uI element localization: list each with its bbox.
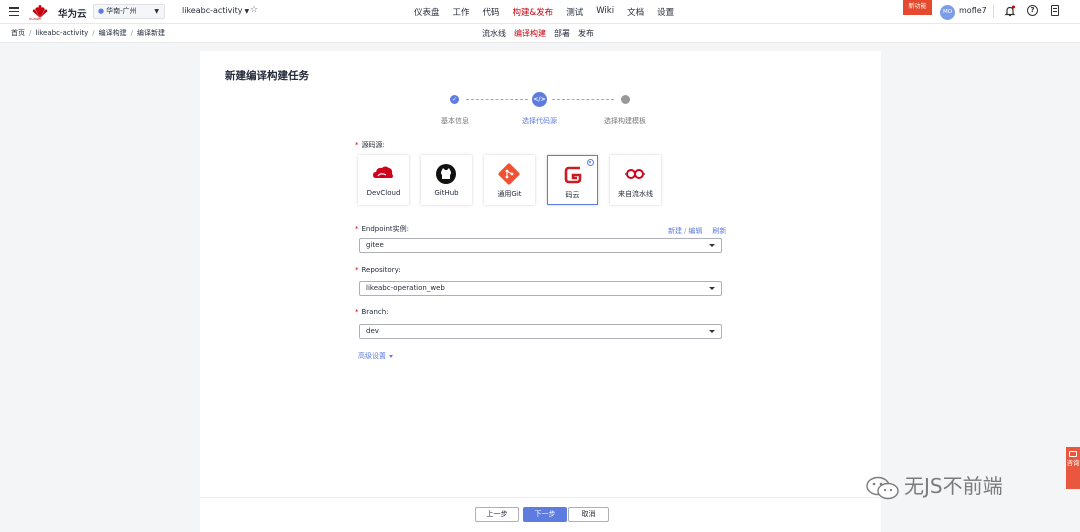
source-option-github[interactable]: GitHub <box>421 155 472 205</box>
nav-settings[interactable]: 设置 <box>657 6 674 18</box>
breadcrumb-project[interactable]: likeabc-activity <box>35 29 88 37</box>
step-connector <box>466 99 528 100</box>
breadcrumb-build[interactable]: 编译构建 <box>99 29 127 37</box>
branch-select[interactable]: dev <box>359 324 722 339</box>
pipeline-icon <box>625 169 645 179</box>
endpoint-value: gitee <box>366 241 384 249</box>
source-label-git: 通用Git <box>497 190 522 198</box>
step-1-done-icon: ✓ <box>450 95 459 104</box>
page-title: 新建编译构建任务 <box>225 70 309 82</box>
refresh-link[interactable]: 刷新 <box>712 227 726 235</box>
source-label-github: GitHub <box>434 189 459 197</box>
repository-select[interactable]: likeabc-operation_web <box>359 281 722 296</box>
nav-dashboard[interactable]: 仪表盘 <box>414 6 440 18</box>
step-connector <box>552 99 614 100</box>
branch-label: * Branch: <box>355 308 389 316</box>
tab-pipeline[interactable]: 流水线 <box>482 28 506 39</box>
git-icon <box>498 163 520 185</box>
breadcrumb-home[interactable]: 首页 <box>11 29 25 37</box>
chevron-down-icon: ▼ <box>244 8 250 15</box>
footer-bar: 上一步 下一步 取消 <box>200 497 881 532</box>
breadcrumb: 首页 / likeabc-activity / 编译构建 / 编译新建 <box>11 29 165 37</box>
divider <box>993 5 994 18</box>
project-selector[interactable]: likeabc-activity ▼ <box>182 6 249 15</box>
chevron-down-icon: ▼ <box>154 8 159 15</box>
new-feature-badge[interactable]: 新功能 <box>903 0 932 15</box>
chevron-down-icon <box>709 244 715 247</box>
help-icon[interactable]: ? <box>1027 5 1038 16</box>
star-icon[interactable]: ☆ <box>250 5 258 15</box>
endpoint-links: 新建 / 编辑 刷新 <box>668 227 727 235</box>
logo-text: HUAWEI <box>29 17 42 21</box>
source-option-gitee[interactable]: 码云 <box>547 155 598 205</box>
nav-wiki[interactable]: Wiki <box>596 6 614 18</box>
brand-name: 华为云 <box>58 9 87 20</box>
source-option-devcloud[interactable]: DevCloud <box>358 155 409 205</box>
source-label-devcloud: DevCloud <box>366 189 401 197</box>
chevron-down-icon <box>709 287 715 290</box>
prev-button[interactable]: 上一步 <box>475 507 519 522</box>
step-label-select-source: 选择代码源 <box>522 117 557 125</box>
nav-build-release[interactable]: 构建&发布 <box>513 6 554 18</box>
main-card: 新建编译构建任务 ✓ </> 基本信息 选择代码源 选择构建模板 * 源码源: D… <box>200 51 881 532</box>
sub-nav: 流水线 编译构建 部署 发布 <box>482 28 602 39</box>
wechat-icon <box>866 476 899 499</box>
tab-release[interactable]: 发布 <box>578 28 594 39</box>
avatar[interactable]: MO <box>940 5 955 20</box>
bell-icon[interactable] <box>1004 5 1016 17</box>
main-nav: 仪表盘 工作 代码 构建&发布 测试 Wiki 文档 设置 <box>414 6 687 18</box>
sub-bar: 首页 / likeabc-activity / 编译构建 / 编译新建 流水线 编译构建 部… <box>0 24 1080 43</box>
new-endpoint-link[interactable]: 新建 <box>668 227 682 235</box>
source-label: * 源码源: <box>355 141 385 149</box>
endpoint-label: * Endpoint实例: <box>355 225 410 233</box>
nav-code[interactable]: 代码 <box>483 6 500 18</box>
nav-work[interactable]: 工作 <box>453 6 470 18</box>
cancel-button[interactable]: 取消 <box>568 507 609 522</box>
chevron-down-icon <box>709 330 715 333</box>
nav-test[interactable]: 测试 <box>566 6 583 18</box>
source-option-git[interactable]: 通用Git <box>484 155 535 205</box>
nav-docs[interactable]: 文档 <box>627 6 644 18</box>
edit-endpoint-link[interactable]: 编辑 <box>688 227 702 235</box>
step-label-basic-info: 基本信息 <box>441 117 469 125</box>
menu-icon[interactable] <box>9 7 19 17</box>
username[interactable]: mofle7 <box>959 6 987 15</box>
repository-label: * Repository: <box>355 266 401 274</box>
location-pin-icon: ● <box>98 7 105 15</box>
step-3-pending-icon <box>621 95 630 104</box>
source-label-gitee: 码云 <box>565 191 580 199</box>
feedback-button[interactable]: 咨询 <box>1066 447 1080 489</box>
watermark: 无JS不前端 <box>866 470 1003 500</box>
advanced-settings-toggle[interactable]: 高级设置 <box>358 351 393 361</box>
next-button[interactable]: 下一步 <box>523 507 567 522</box>
step-label-select-template: 选择构建模板 <box>604 117 646 125</box>
tab-build[interactable]: 编译构建 <box>514 28 546 39</box>
top-bar: HUAWEI 华为云 ● 华南-广州 ▼ likeabc-activity ▼ ☆ … <box>0 0 1080 24</box>
watermark-text: 无JS不前端 <box>904 474 1003 498</box>
endpoint-select[interactable]: gitee <box>359 238 722 253</box>
project-name: likeabc-activity <box>182 6 243 15</box>
gitee-icon <box>564 166 582 184</box>
region-label: 华南-广州 <box>106 7 137 15</box>
branch-value: dev <box>366 327 379 335</box>
breadcrumb-current: 编译新建 <box>137 29 165 37</box>
region-selector[interactable]: ● 华南-广州 ▼ <box>93 4 165 19</box>
devcloud-icon <box>373 166 393 178</box>
chat-icon <box>1069 451 1077 457</box>
source-options: DevCloud GitHub 通用Git 码云 来自流水线 <box>358 155 673 205</box>
tab-deploy[interactable]: 部署 <box>554 28 570 39</box>
github-icon <box>436 164 456 184</box>
source-option-pipeline[interactable]: 来自流水线 <box>610 155 661 205</box>
source-label-pipeline: 来自流水线 <box>618 190 653 198</box>
chevron-down-icon <box>389 354 393 358</box>
document-icon[interactable] <box>1051 5 1059 16</box>
selected-radio-icon <box>587 159 594 166</box>
repository-value: likeabc-operation_web <box>366 284 445 292</box>
step-2-code-icon: </> <box>532 92 547 107</box>
